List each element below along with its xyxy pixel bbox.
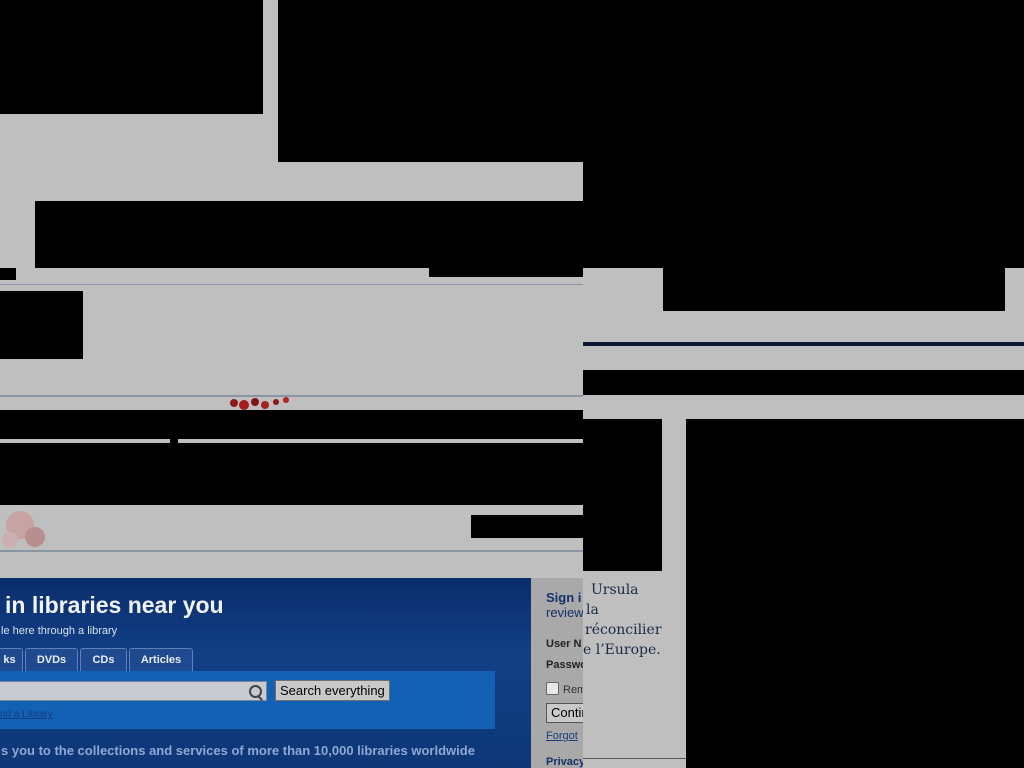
redacted-block <box>0 410 583 439</box>
find-library-link[interactable]: nd a Library <box>0 709 53 720</box>
search-panel: in libraries near you le here through a … <box>0 578 531 768</box>
quote-line: Ursula <box>591 582 639 598</box>
divider <box>0 284 583 285</box>
username-label: User N <box>546 638 582 650</box>
quote-line: la <box>586 602 599 618</box>
search-panel-subtitle: le here through a library <box>1 625 118 637</box>
redacted-block <box>471 515 583 538</box>
redacted-block <box>0 291 83 359</box>
tab-books[interactable]: ks <box>0 648 23 671</box>
redacted-block <box>35 201 583 268</box>
redacted-block <box>0 0 263 114</box>
password-label: Passwo <box>546 659 583 671</box>
divider <box>0 550 583 552</box>
search-icon[interactable] <box>249 685 262 698</box>
divider <box>583 342 1024 346</box>
forgot-link[interactable]: Forgot <box>546 730 578 742</box>
redacted-block <box>686 419 1024 768</box>
quote-text: Ursula la réconcilier e l’Europe. <box>583 580 685 660</box>
logo-fragment-icon <box>230 397 289 410</box>
redacted-block <box>429 268 583 277</box>
signin-title: Sign i <box>546 590 582 605</box>
redacted-block <box>278 0 1024 162</box>
quote-line: réconcilier <box>585 622 662 638</box>
redacted-block <box>0 268 16 280</box>
redacted-block <box>583 370 1024 395</box>
continue-button[interactable]: Contin <box>546 703 583 723</box>
remember-checkbox[interactable] <box>546 682 559 695</box>
redacted-block <box>663 268 1005 311</box>
logo-fragment-icon <box>2 511 45 548</box>
redacted-block <box>583 419 662 571</box>
search-panel-title: in libraries near you <box>5 592 224 618</box>
search-input[interactable] <box>0 681 267 701</box>
tab-dvds[interactable]: DVDs <box>25 648 78 671</box>
search-bar: Search everything nd a Library <box>0 671 495 729</box>
search-everything-button[interactable]: Search everything <box>275 680 390 701</box>
signin-subtitle: review <box>546 605 583 620</box>
redacted-block <box>0 443 583 505</box>
tab-cds[interactable]: CDs <box>80 648 127 671</box>
signin-panel: Sign i review User N Passwo Rem Contin F… <box>531 578 583 768</box>
redacted-block <box>583 162 1024 268</box>
panel-footer-text: s you to the collections and services of… <box>1 743 475 758</box>
privacy-link[interactable]: Privacy <box>546 756 583 768</box>
tab-articles[interactable]: Articles <box>129 648 193 671</box>
remember-label: Rem <box>563 684 583 696</box>
divider <box>583 758 686 759</box>
quote-line: e l’Europe. <box>583 642 661 658</box>
